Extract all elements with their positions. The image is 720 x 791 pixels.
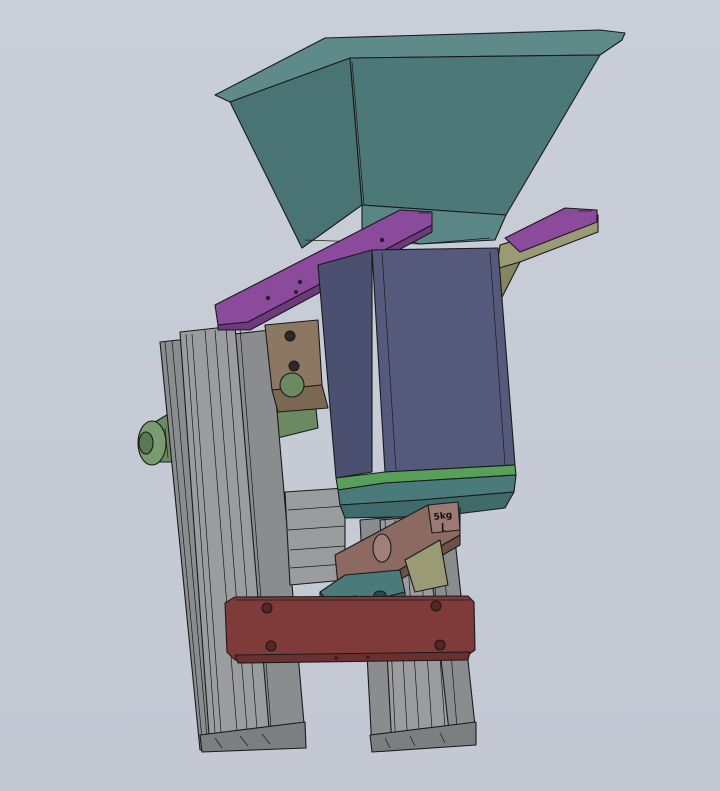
- base-block: [224, 595, 476, 664]
- hopper-scale-assembly-drawing: 5kg ⌊: [137, 29, 626, 753]
- capacity-digit-mark: ⌊: [441, 523, 445, 533]
- motor-mount-block: [264, 319, 329, 413]
- weigh-chute: [317, 247, 517, 519]
- cad-viewport[interactable]: 5kg ⌊: [0, 0, 720, 791]
